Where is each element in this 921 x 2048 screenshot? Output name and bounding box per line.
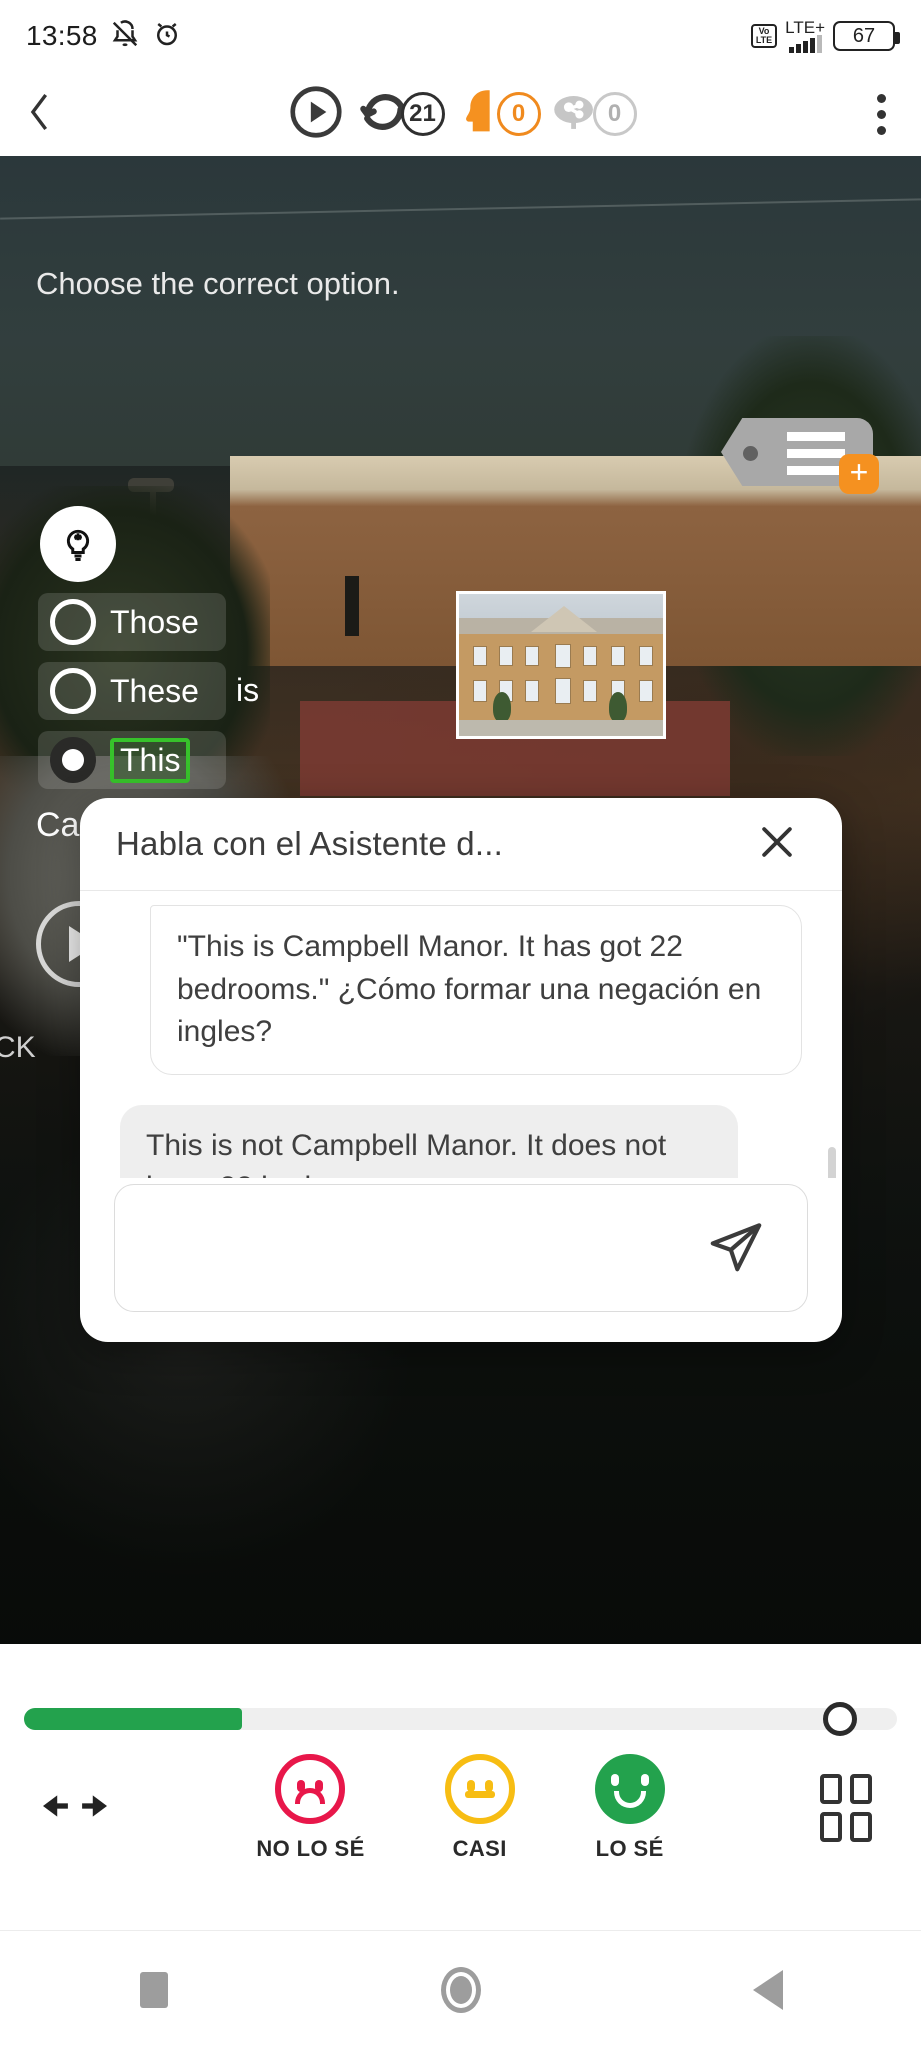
- phone-screen: 13:58 VoLTEVoLTE LTE+: [0, 0, 921, 2048]
- sentence-word: is: [236, 672, 260, 708]
- sad-face-icon: [275, 1754, 346, 1824]
- bell-muted-icon: [110, 19, 140, 54]
- shuffle-button[interactable]: [0, 1789, 150, 1828]
- message-list: "This is Campbell Manor. It has got 22 b…: [114, 899, 808, 1178]
- progress-fill: [24, 1708, 243, 1730]
- progress-bar[interactable]: [24, 1702, 897, 1736]
- radio-icon-selected: [50, 737, 96, 783]
- status-bar-right: VoLTEVoLTE LTE+ 67: [750, 17, 900, 53]
- option-label: This: [110, 737, 191, 783]
- option-those[interactable]: Those: [38, 593, 226, 651]
- message-input[interactable]: [141, 1185, 598, 1311]
- chat-scrollbar[interactable]: [828, 901, 836, 1178]
- app-toolbar: 21 0 0: [0, 72, 921, 156]
- repeat-counter[interactable]: 21: [353, 81, 445, 148]
- rating-lo-se[interactable]: LO SÉ: [594, 1754, 665, 1862]
- alarm-clock-icon: [152, 19, 182, 54]
- assistant-dialog: Habla con el Asistente d... "This is Cam…: [80, 798, 842, 1342]
- message-composer[interactable]: [114, 1184, 808, 1312]
- answer-word: Ca: [36, 806, 80, 844]
- nav-home-button[interactable]: [361, 1966, 561, 2013]
- neutral-face-icon: [444, 1754, 515, 1824]
- brain-counter[interactable]: 0: [547, 83, 637, 146]
- dialog-header: Habla con el Asistente d...: [80, 798, 842, 890]
- chat-scroll-area[interactable]: "This is Campbell Manor. It has got 22 b…: [80, 890, 842, 1178]
- home-circle-icon: [440, 1966, 481, 2013]
- grid-four-squares-icon: [820, 1774, 872, 1842]
- volte-icon: VoLTEVoLTE: [750, 24, 778, 48]
- campbell-manor-photo: [456, 591, 666, 739]
- more-options-button[interactable]: [841, 93, 921, 135]
- chevron-left-icon: [23, 89, 57, 140]
- brain-count-badge: 0: [592, 92, 637, 136]
- hint-button[interactable]: [40, 506, 116, 582]
- plus-icon: +: [839, 454, 879, 494]
- ck-text: CK: [0, 1031, 36, 1064]
- nav-back-button[interactable]: [668, 1969, 868, 2010]
- send-paper-plane-icon[interactable]: [705, 1215, 767, 1282]
- dialog-title: Habla con el Asistente d...: [116, 825, 503, 862]
- exercise-prompt: Choose the correct option.: [36, 266, 400, 301]
- progress-knob[interactable]: [823, 1702, 857, 1736]
- rating-actions: NO LO SÉ CASI LO SÉ: [0, 1754, 921, 1862]
- android-nav-bar: [0, 1930, 921, 2048]
- close-x-icon: [755, 820, 799, 869]
- speak-counter[interactable]: 0: [451, 83, 541, 146]
- back-button[interactable]: [0, 89, 80, 140]
- radio-icon: [50, 668, 96, 714]
- signal-bars-icon: [788, 34, 822, 53]
- close-dialog-button[interactable]: [752, 819, 802, 869]
- happy-face-icon: [594, 1754, 665, 1824]
- rating-buttons: NO LO SÉ CASI LO SÉ: [150, 1754, 771, 1862]
- network-indicator: LTE+: [785, 17, 825, 53]
- rating-no-lo-se[interactable]: NO LO SÉ: [256, 1754, 364, 1862]
- dialog-footer: [80, 1178, 842, 1342]
- recents-square-icon: [139, 1971, 168, 2008]
- battery-icon: 67: [833, 21, 900, 51]
- battery-level: 67: [852, 24, 876, 47]
- rating-label: NO LO SÉ: [256, 1836, 365, 1861]
- chat-message-user: "This is Campbell Manor. It has got 22 b…: [150, 905, 802, 1075]
- speak-count-badge: 0: [496, 92, 541, 136]
- option-label: Those: [110, 603, 199, 640]
- chat-message-assistant: This is not Campbell Manor. It does not …: [120, 1104, 738, 1178]
- option-this[interactable]: This: [38, 731, 226, 789]
- option-label: These: [110, 672, 199, 709]
- option-these[interactable]: These: [38, 662, 226, 720]
- grid-view-button[interactable]: [771, 1774, 921, 1842]
- bottom-panel: NO LO SÉ CASI LO SÉ: [0, 1644, 921, 1930]
- rating-label: CASI: [452, 1836, 507, 1861]
- status-bar-left: 13:58: [26, 19, 182, 54]
- nav-recents-button[interactable]: [54, 1971, 254, 2008]
- play-circle-icon[interactable]: [285, 81, 347, 148]
- left-right-arrows-icon: [43, 1789, 107, 1828]
- lightbulb-icon: [57, 521, 99, 568]
- back-triangle-icon: [752, 1969, 783, 2010]
- status-bar: 13:58 VoLTEVoLTE LTE+: [0, 0, 921, 72]
- chat-scrollbar-thumb[interactable]: [828, 1147, 836, 1178]
- rating-label: LO SÉ: [595, 1836, 664, 1861]
- network-label: LTE+: [785, 17, 825, 37]
- radio-icon: [50, 599, 96, 645]
- toolbar-actions: 21 0 0: [80, 81, 841, 148]
- repeat-count-badge: 21: [400, 92, 445, 136]
- rating-casi[interactable]: CASI: [444, 1754, 515, 1862]
- add-tag-button[interactable]: +: [721, 418, 879, 494]
- status-time: 13:58: [26, 20, 98, 51]
